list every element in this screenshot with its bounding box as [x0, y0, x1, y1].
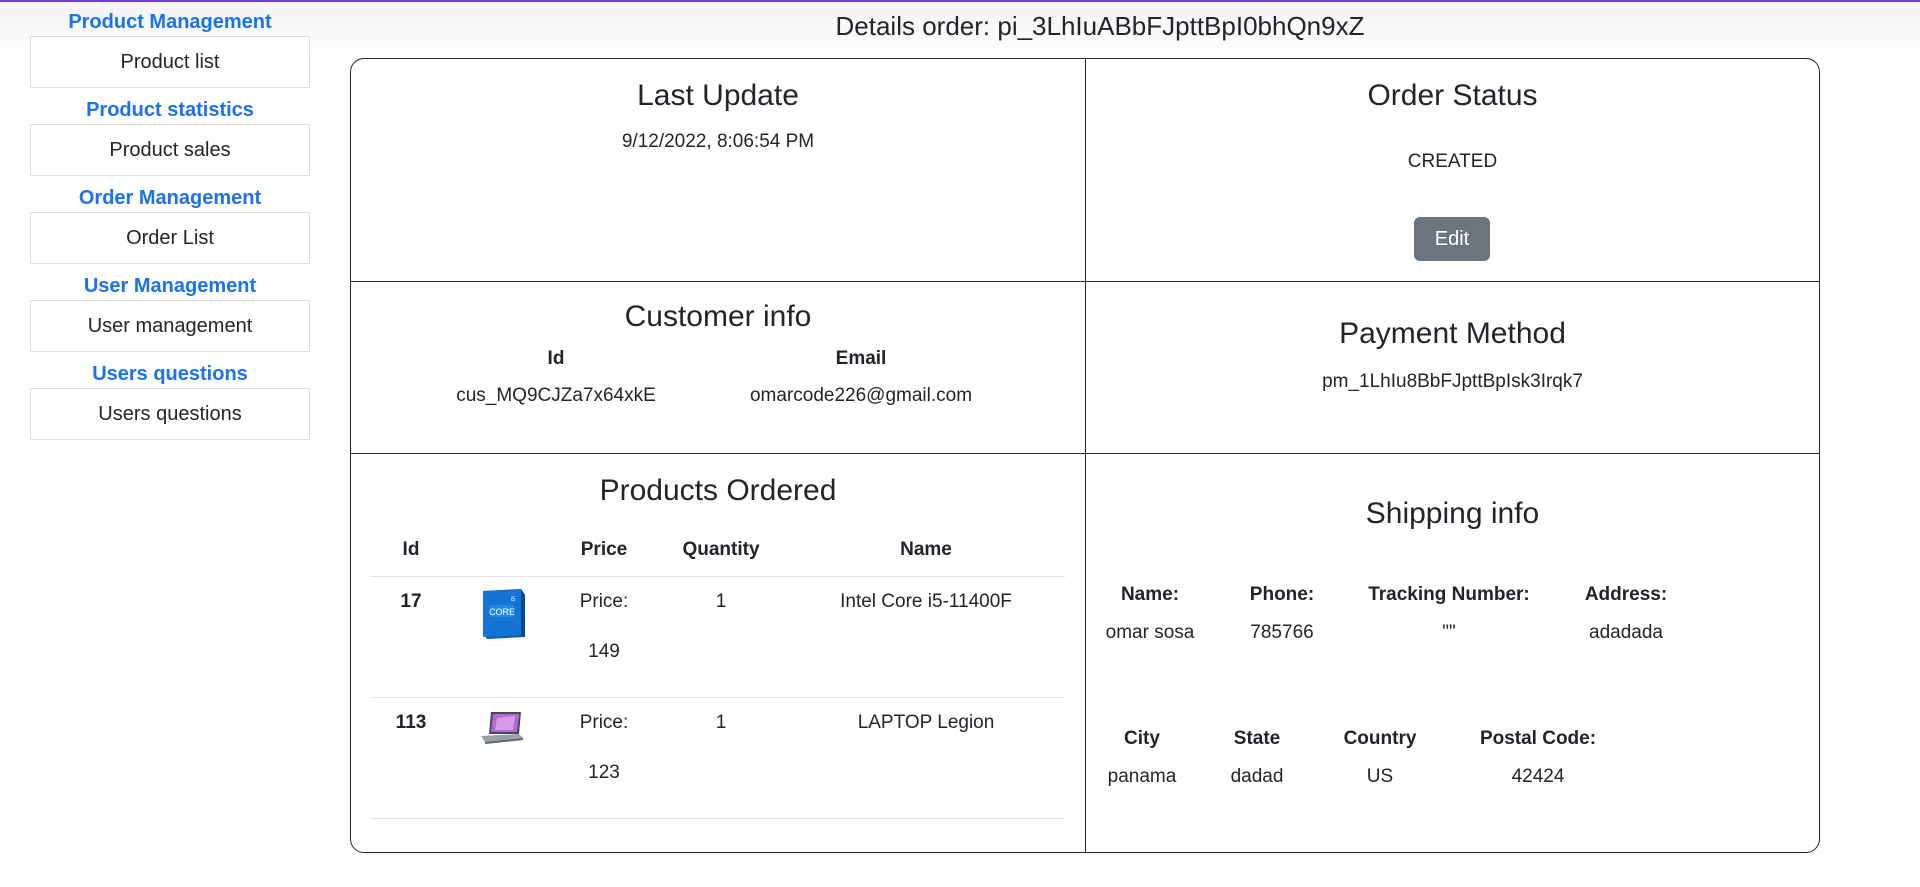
shipping-postal-code: Postal Code: 42424: [1468, 728, 1608, 788]
shipping-postal-code-value: 42424: [1511, 766, 1565, 787]
order-status-title: Order Status: [1367, 79, 1538, 112]
product-price: 123: [588, 762, 620, 783]
shipping-state-label: State: [1233, 728, 1281, 749]
edit-status-button[interactable]: Edit: [1414, 217, 1490, 261]
shipping-phone-label: Phone:: [1249, 584, 1315, 605]
shipping-tracking-label: Tracking Number:: [1368, 584, 1530, 605]
shipping-phone: Phone: 785766: [1232, 584, 1332, 644]
customer-info-card: Customer info Id cus_MQ9CJZa7x64xkE Emai…: [351, 282, 1085, 453]
shipping-address-value: adadada: [1589, 622, 1663, 643]
svg-text:i5: i5: [511, 597, 516, 603]
products-ordered-card: Products Ordered Id Price Quantity Name …: [351, 454, 1085, 852]
svg-text:CORE: CORE: [489, 607, 515, 617]
shipping-info-title: Shipping info: [1365, 497, 1540, 530]
product-price: 149: [588, 641, 620, 662]
last-update-value: 9/12/2022, 8:06:54 PM: [621, 131, 815, 152]
sidebar-section-product-management: Product Management: [68, 11, 272, 33]
product-price-label: Price:: [579, 591, 629, 612]
order-status-value: CREATED: [1407, 151, 1498, 172]
sidebar-item-order-list[interactable]: Order List: [30, 212, 310, 264]
table-row[interactable]: 17 CORE i5 Price: 149 1 Intel Core i5-11…: [371, 576, 1065, 698]
order-status-card: Order Status CREATED Edit: [1086, 59, 1819, 281]
shipping-postal-code-label: Postal Code:: [1479, 728, 1597, 749]
payment-method-value: pm_1LhIu8BbFJpttBpIsk3Irqk7: [1322, 371, 1583, 392]
shipping-tracking: Tracking Number: "": [1354, 584, 1544, 644]
intel-core-cpu-box-icon: CORE i5: [477, 587, 527, 647]
col-header-price: Price: [553, 524, 655, 577]
products-ordered-title: Products Ordered: [599, 474, 837, 507]
col-header-quantity: Quantity: [655, 524, 787, 577]
sidebar-section-users-questions: Users questions: [92, 363, 248, 385]
product-price-label: Price:: [579, 712, 629, 733]
shipping-tracking-value: "": [1442, 622, 1456, 643]
sidebar-section-product-statistics: Product statistics: [86, 99, 254, 121]
sidebar-item-users-questions[interactable]: Users questions: [30, 388, 310, 440]
product-id: 17: [371, 576, 451, 698]
shipping-address-label: Address:: [1584, 584, 1668, 605]
shipping-address: Address: adadada: [1571, 584, 1681, 644]
product-name: LAPTOP Legion: [787, 697, 1065, 819]
payment-method-title: Payment Method: [1339, 317, 1566, 350]
shipping-state-value: dadad: [1230, 766, 1284, 787]
products-table-header: Id Price Quantity Name: [371, 524, 1065, 577]
laptop-icon: [477, 710, 527, 752]
shipping-city: City panama: [1100, 728, 1184, 788]
last-update-card: Last Update 9/12/2022, 8:06:54 PM: [351, 59, 1085, 281]
customer-email-value: omarcode226@gmail.com: [749, 385, 973, 406]
col-header-name: Name: [787, 524, 1065, 577]
col-header-image: [451, 524, 553, 577]
customer-info-title: Customer info: [624, 300, 812, 333]
product-id: 113: [371, 697, 451, 819]
product-image: CORE i5: [451, 576, 553, 698]
last-update-title: Last Update: [637, 79, 799, 112]
shipping-phone-value: 785766: [1250, 622, 1314, 643]
sidebar: Product Management Product list Product …: [30, 8, 310, 448]
product-quantity: 1: [655, 697, 787, 819]
sidebar-item-product-sales[interactable]: Product sales: [30, 124, 310, 176]
sidebar-section-user-management: User Management: [83, 275, 257, 297]
sidebar-section-order-management: Order Management: [78, 187, 262, 209]
sidebar-item-product-list[interactable]: Product list: [30, 36, 310, 88]
product-quantity: 1: [655, 576, 787, 698]
products-table: Id Price Quantity Name 17 CORE i5 Price:…: [371, 524, 1065, 819]
product-price-cell: Price: 149: [553, 576, 655, 698]
shipping-country-label: Country: [1343, 728, 1417, 749]
page-title: Details order: pi_3LhIuABbFJpttBpI0bhQn9…: [835, 11, 1365, 41]
col-header-id: Id: [371, 524, 451, 577]
shipping-name-label: Name:: [1120, 584, 1180, 605]
shipping-info-card: Shipping info Name: omar sosa Phone: 785…: [1086, 454, 1819, 852]
sidebar-item-user-management[interactable]: User management: [30, 300, 310, 352]
table-row[interactable]: 113 Price: 123 1 LAPTOP Legion: [371, 697, 1065, 819]
shipping-state: State dadad: [1212, 728, 1302, 788]
shipping-city-value: panama: [1107, 766, 1177, 787]
shipping-city-label: City: [1124, 728, 1160, 749]
product-price-cell: Price: 123: [553, 697, 655, 819]
order-details-panel: Last Update 9/12/2022, 8:06:54 PM Order …: [350, 58, 1820, 853]
shipping-name-value: omar sosa: [1105, 622, 1195, 643]
shipping-country-value: US: [1366, 766, 1394, 787]
product-image: [451, 697, 553, 819]
shipping-name: Name: omar sosa: [1100, 584, 1200, 644]
product-name: Intel Core i5-11400F: [787, 576, 1065, 698]
customer-id-label: Id: [547, 348, 565, 369]
shipping-country: Country US: [1330, 728, 1430, 788]
payment-method-card: Payment Method pm_1LhIu8BbFJpttBpIsk3Irq…: [1086, 282, 1819, 453]
customer-email-label: Email: [835, 348, 887, 369]
customer-id-value: cus_MQ9CJZa7x64xkE: [456, 385, 656, 406]
